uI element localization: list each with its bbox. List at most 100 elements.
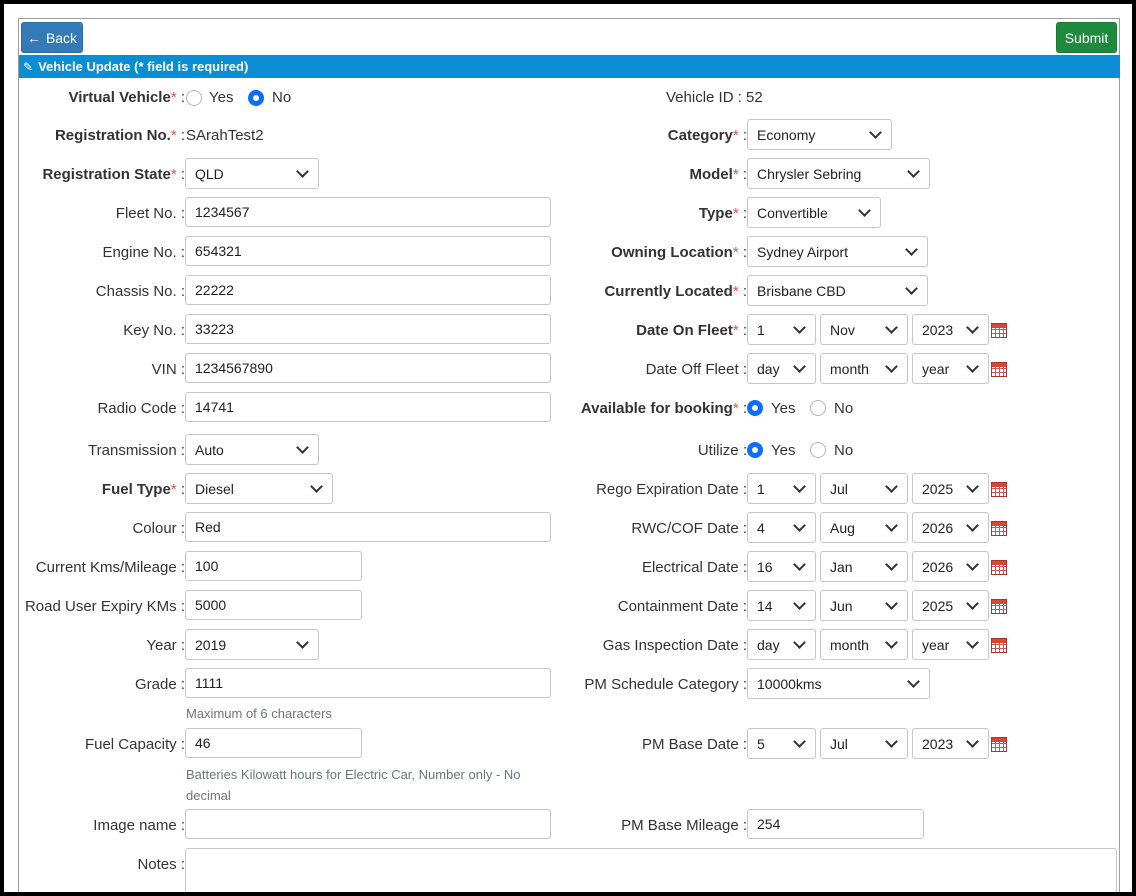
available-for-booking-yes-radio[interactable] (747, 400, 763, 416)
containment-day-select[interactable]: 14 (747, 590, 816, 621)
containment-year-select[interactable]: 2025 (912, 590, 989, 621)
currently-located-select[interactable]: Brisbane CBD (747, 275, 928, 306)
registration-no-label: Registration No.* : (54, 127, 185, 144)
virtual-vehicle-yes-radio[interactable] (186, 90, 202, 106)
chevron-down-icon (885, 519, 898, 532)
calendar-icon[interactable] (991, 599, 1007, 614)
chevron-down-icon (885, 558, 898, 571)
rwc-cof-year-select[interactable]: 2026 (912, 512, 989, 543)
calendar-icon[interactable] (991, 638, 1007, 653)
calendar-icon[interactable] (991, 737, 1007, 752)
fuel-capacity-label: Fuel Capacity : (84, 736, 185, 753)
registration-state-select[interactable]: QLD (185, 158, 319, 189)
calendar-icon[interactable] (991, 482, 1007, 497)
model-select[interactable]: Chrysler Sebring (747, 158, 930, 189)
chevron-down-icon (885, 321, 898, 334)
electrical-year-select[interactable]: 2026 (912, 551, 989, 582)
grade-input[interactable]: 1111 (185, 668, 551, 698)
containment-date-label: Containment Date : (617, 598, 747, 615)
rego-expiration-label: Rego Expiration Date : (596, 481, 747, 498)
fuel-type-select[interactable]: Diesel (185, 473, 333, 504)
back-button[interactable]: ← Back (21, 22, 83, 53)
pm-base-mileage-label: PM Base Mileage : (621, 817, 747, 834)
vin-input[interactable]: 1234567890 (185, 353, 551, 383)
rwc-cof-month-select[interactable]: Aug (820, 512, 908, 543)
pm-base-mileage-input[interactable]: 254 (747, 809, 924, 839)
model-label: Model* : (689, 166, 747, 183)
electrical-month-select[interactable]: Jan (820, 551, 908, 582)
available-for-booking-yes-label: Yes (771, 400, 796, 417)
available-for-booking-label: Available for booking* : (580, 400, 747, 417)
gas-inspection-day-select[interactable]: day (747, 629, 816, 660)
chevron-down-icon (310, 480, 323, 493)
fuel-capacity-input[interactable]: 46 (185, 728, 362, 758)
rego-expiration-year-select[interactable]: 2025 (912, 473, 989, 504)
radio-code-input[interactable]: 14741 (185, 392, 551, 422)
pm-base-date-year-select[interactable]: 2023 (912, 728, 989, 759)
chevron-down-icon (966, 360, 979, 373)
utilize-no-radio[interactable] (810, 442, 826, 458)
type-select[interactable]: Convertible (747, 197, 881, 228)
category-select[interactable]: Economy (747, 119, 892, 150)
chevron-down-icon (793, 558, 806, 571)
colour-input[interactable]: Red (185, 512, 551, 542)
pm-base-date-month-select[interactable]: Jul (820, 728, 908, 759)
utilize-yes-radio[interactable] (747, 442, 763, 458)
key-no-input[interactable]: 33223 (185, 314, 551, 344)
virtual-vehicle-label: Virtual Vehicle* : (68, 89, 185, 106)
date-on-fleet-month-select[interactable]: Nov (820, 314, 908, 345)
calendar-icon[interactable] (991, 323, 1007, 338)
pm-base-date-day-select[interactable]: 5 (747, 728, 816, 759)
date-off-fleet-label: Date Off Fleet : (645, 361, 747, 378)
rwc-cof-day-select[interactable]: 4 (747, 512, 816, 543)
available-for-booking-no-label: No (834, 400, 854, 417)
image-name-input[interactable] (185, 809, 551, 839)
colour-label: Colour : (132, 520, 185, 537)
year-select[interactable]: 2019 (185, 629, 319, 660)
owning-location-select[interactable]: Sydney Airport (747, 236, 928, 267)
virtual-vehicle-no-radio[interactable] (248, 90, 264, 106)
vin-label: VIN : (151, 361, 185, 378)
containment-month-select[interactable]: Jun (820, 590, 908, 621)
transmission-label: Transmission : (88, 442, 185, 459)
date-on-fleet-year-select[interactable]: 2023 (912, 314, 989, 345)
chevron-down-icon (793, 480, 806, 493)
available-for-booking-no-radio[interactable] (810, 400, 826, 416)
gas-inspection-year-select[interactable]: year (912, 629, 989, 660)
pm-schedule-category-label: PM Schedule Category : (584, 676, 747, 693)
date-off-fleet-year-select[interactable]: year (912, 353, 989, 384)
current-kms-input[interactable]: 100 (185, 551, 362, 581)
transmission-select[interactable]: Auto (185, 434, 319, 465)
category-label: Category* : (667, 127, 747, 144)
calendar-icon[interactable] (991, 521, 1007, 536)
submit-button[interactable]: Submit (1056, 22, 1117, 53)
chevron-down-icon (869, 126, 882, 139)
date-on-fleet-label: Date On Fleet* : (636, 322, 747, 339)
calendar-icon[interactable] (991, 362, 1007, 377)
fleet-no-input[interactable]: 1234567 (185, 197, 551, 227)
key-no-label: Key No. : (123, 322, 185, 339)
chevron-down-icon (296, 165, 309, 178)
chevron-down-icon (885, 480, 898, 493)
rego-expiration-month-select[interactable]: Jul (820, 473, 908, 504)
fleet-no-label: Fleet No. : (115, 205, 185, 222)
date-off-fleet-month-select[interactable]: month (820, 353, 908, 384)
notes-textarea[interactable] (185, 848, 1117, 892)
engine-no-input[interactable]: 654321 (185, 236, 551, 266)
calendar-icon[interactable] (991, 560, 1007, 575)
section-header: ✎ Vehicle Update (* field is required) (19, 55, 1120, 78)
gas-inspection-month-select[interactable]: month (820, 629, 908, 660)
rego-expiration-day-select[interactable]: 1 (747, 473, 816, 504)
date-off-fleet-day-select[interactable]: day (747, 353, 816, 384)
engine-no-label: Engine No. : (102, 244, 185, 261)
gas-inspection-date-label: Gas Inspection Date : (602, 637, 747, 654)
chevron-down-icon (905, 282, 918, 295)
current-kms-label: Current Kms/Mileage : (35, 559, 185, 576)
pencil-icon: ✎ (23, 59, 34, 74)
chassis-no-input[interactable]: 22222 (185, 275, 551, 305)
road-user-expiry-input[interactable]: 5000 (185, 590, 362, 620)
vehicle-id: Vehicle ID : 52 (666, 89, 763, 106)
electrical-day-select[interactable]: 16 (747, 551, 816, 582)
pm-schedule-category-select[interactable]: 10000kms (747, 668, 930, 699)
date-on-fleet-day-select[interactable]: 1 (747, 314, 816, 345)
